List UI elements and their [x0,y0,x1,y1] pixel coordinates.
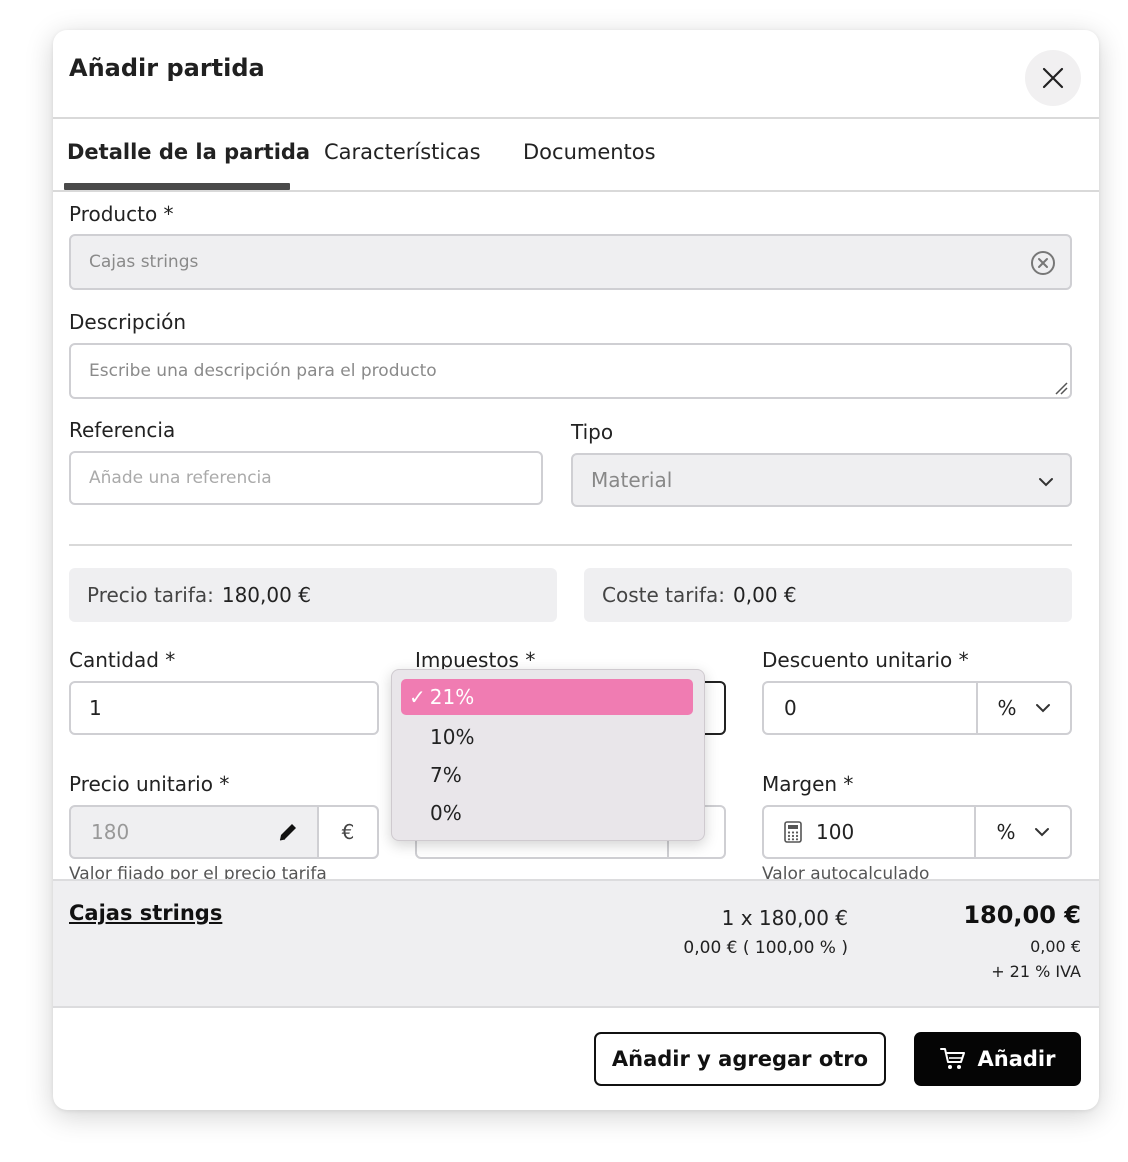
add-and-another-button[interactable]: Añadir y agregar otro [594,1032,886,1086]
taxes-option[interactable]: 7% [430,763,462,787]
taxes-option[interactable]: 0% [430,801,462,825]
product-label: Producto * [69,202,174,226]
summary-cost: 0,00 € [1030,937,1081,956]
add-button[interactable]: Añadir [914,1032,1081,1086]
tariff-cost-label: Coste tarifa: [602,583,726,607]
reference-label: Referencia [69,418,176,442]
discount-input[interactable]: 0 [764,696,976,720]
description-placeholder: Escribe una descripción para el producto [89,361,437,381]
margin-label: Margen * [762,772,854,796]
tariff-cost-value: 0,00 € [733,583,797,607]
add-item-modal: Añadir partida Detalle de la partida Car… [53,30,1099,1110]
close-button[interactable] [1025,50,1081,106]
description-textarea[interactable]: Escribe una descripción para el producto [69,343,1072,399]
header-divider [53,117,1099,119]
chevron-down-icon [1039,478,1053,487]
discount-unit: % [997,696,1017,720]
summary-cost-margin: 0,00 € ( 100,00 % ) [683,938,848,958]
summary-total: 180,00 € [963,901,1081,929]
summary-quantity-price: 1 x 180,00 € [721,906,848,930]
reference-placeholder: Añade una referencia [89,468,272,488]
type-value: Material [591,468,673,492]
taxes-option-selected[interactable]: ✓ 21% [401,679,693,715]
section-divider [69,544,1072,546]
modal-title: Añadir partida [69,54,265,82]
discount-field: 0 % [762,681,1072,735]
type-label: Tipo [571,420,614,444]
clear-circle-icon[interactable] [1030,250,1056,276]
close-icon [1042,67,1064,89]
tariff-price-value: 180,00 € [221,583,311,607]
check-icon: ✓ [409,685,426,709]
unit-price-field: 180 € [69,805,379,859]
margin-unit: % [996,820,1016,844]
summary-product-link[interactable]: Cajas strings [69,901,222,925]
unit-price-input[interactable]: 180 [71,820,277,844]
pencil-icon[interactable] [277,821,299,843]
unit-price-currency: € [317,807,377,857]
chevron-down-icon [1035,704,1050,713]
add-button-label: Añadir [977,1047,1056,1071]
taxes-option[interactable]: 10% [430,725,474,749]
tariff-cost-chip: Coste tarifa: 0,00 € [584,568,1072,622]
tariff-price-label: Precio tarifa: [87,583,214,607]
tabs-divider [53,190,1099,192]
chevron-down-icon [1034,828,1049,837]
tariff-price-chip: Precio tarifa: 180,00 € [69,568,557,622]
quantity-value: 1 [89,696,102,720]
margin-unit-select[interactable]: % [974,807,1070,857]
tab-item-detail[interactable]: Detalle de la partida [67,140,310,164]
product-select[interactable]: Cajas strings [69,234,1072,290]
taxes-option-label: 21% [429,685,475,709]
product-value: Cajas strings [89,252,199,272]
active-tab-indicator [64,183,290,190]
quantity-label: Cantidad * [69,648,176,672]
discount-unit-select[interactable]: % [976,683,1070,733]
summary-bar: Cajas strings 1 x 180,00 € 0,00 € ( 100,… [53,879,1099,1008]
discount-label: Descuento unitario * [762,648,969,672]
resize-handle-icon[interactable] [1054,381,1068,395]
margin-input[interactable]: 100 [816,820,974,844]
cart-icon [939,1048,965,1069]
type-select[interactable]: Material [571,453,1072,507]
tab-characteristics[interactable]: Características [324,140,481,164]
unit-price-label: Precio unitario * [69,772,230,796]
reference-input[interactable]: Añade una referencia [69,451,543,505]
quantity-input[interactable]: 1 [69,681,379,735]
taxes-dropdown-menu: ✓ 21% 10% 7% 0% [391,669,705,841]
summary-tax: + 21 % IVA [991,962,1081,981]
margin-field: 100 % [762,805,1072,859]
description-label: Descripción [69,310,187,334]
calculator-icon [784,821,802,843]
currency-symbol: € [341,820,355,844]
tab-documents[interactable]: Documentos [523,140,656,164]
